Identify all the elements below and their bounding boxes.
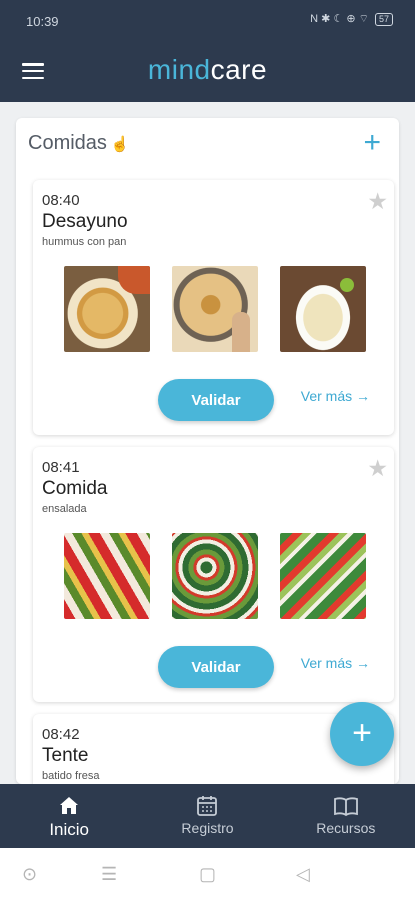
arrow-right-icon: →: [356, 388, 370, 404]
validate-button[interactable]: Validar: [158, 379, 274, 421]
recents-menu-icon[interactable]: ☰: [101, 864, 117, 885]
brand-mind: mind: [147, 54, 211, 85]
system-navigation-bar: ⊙ ☰ ▢ ◁: [0, 848, 415, 900]
calendar-icon: [197, 796, 218, 816]
back-triangle-icon[interactable]: ◁: [296, 864, 310, 885]
salad-tomato-photo[interactable]: [64, 533, 150, 619]
hummus-plate-photo[interactable]: [172, 266, 258, 352]
favorite-star-icon[interactable]: ★: [367, 455, 388, 482]
meal-description: hummus con pan: [42, 236, 127, 248]
see-more-link[interactable]: Ver más →: [301, 655, 370, 671]
status-bar: 10:39 N ✱ ☾ ⊕ ⌔ 57: [0, 0, 415, 38]
see-more-label: Ver más: [300, 655, 353, 671]
add-meal-button[interactable]: +: [363, 128, 381, 158]
nav-label: Recursos: [316, 820, 376, 836]
battery-icon: 57: [374, 12, 393, 26]
meals-panel: Comidas ☝ + 08:40 Desayuno hummus con pan…: [16, 118, 399, 784]
status-icons: N ✱ ☾ ⊕ ⌔ 57: [310, 12, 393, 26]
meal-name: Comida: [42, 478, 108, 499]
home-icon: [60, 797, 79, 814]
nav-item-registro[interactable]: Registro: [138, 784, 276, 848]
home-square-icon[interactable]: ▢: [199, 864, 216, 885]
meal-description: batido fresa: [42, 770, 100, 782]
add-floating-button[interactable]: +: [330, 702, 394, 766]
hummus-soup-photo[interactable]: [280, 266, 366, 352]
meal-time: 08:40: [42, 192, 80, 209]
meal-photos: [64, 533, 366, 619]
salad-mixed-photo[interactable]: [280, 533, 366, 619]
status-time: 10:39: [26, 14, 59, 29]
hummus-bowl-photo[interactable]: [64, 266, 150, 352]
nav-label: Inicio: [49, 820, 89, 839]
app-bar: mindcare: [0, 38, 415, 102]
meal-description: ensalada: [42, 503, 87, 515]
validate-button[interactable]: Validar: [158, 646, 274, 688]
nav-label: Registro: [181, 820, 234, 836]
bottom-navigation: Inicio Registro Recursos: [0, 784, 415, 848]
section-title: Comidas ☝: [28, 132, 130, 154]
arrow-right-icon: →: [356, 655, 370, 671]
see-more-label: Ver más: [300, 388, 353, 404]
nav-item-recursos[interactable]: Recursos: [277, 784, 415, 848]
meal-card: 08:40 Desayuno hummus con pan ★ Validar …: [33, 180, 394, 435]
meal-card: 08:41 Comida ensalada ★ Validar Ver más …: [33, 447, 394, 702]
meal-time: 08:41: [42, 459, 80, 476]
meal-photos: [64, 266, 366, 352]
system-status-icons: N ✱ ☾ ⊕ ⌔: [310, 13, 369, 25]
section-header: Comidas ☝ +: [28, 128, 387, 162]
favorite-star-icon[interactable]: ★: [367, 188, 388, 215]
brand-care: care: [210, 54, 268, 85]
meal-name: Desayuno: [42, 211, 128, 232]
see-more-link[interactable]: Ver más →: [301, 388, 370, 404]
section-title-text: Comidas: [28, 132, 107, 154]
meal-time: 08:42: [42, 726, 80, 743]
app-logo: mindcare: [0, 54, 415, 86]
hand-pointer-icon: ☝: [110, 136, 130, 153]
book-icon: [333, 797, 358, 817]
salad-greens-photo[interactable]: [172, 533, 258, 619]
assistant-icon[interactable]: ⊙: [22, 864, 37, 885]
nav-item-inicio[interactable]: Inicio: [0, 784, 138, 848]
meal-name: Tente: [42, 745, 89, 766]
